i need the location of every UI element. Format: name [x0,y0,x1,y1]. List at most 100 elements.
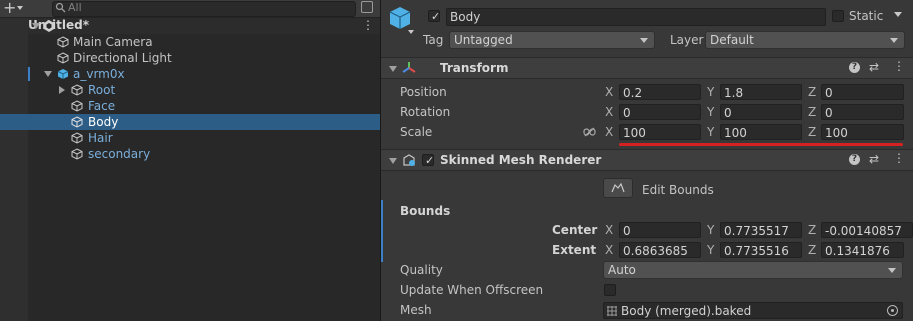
gameobject-icon [57,52,69,64]
extent-x-field[interactable]: 0.6863685 [619,242,701,258]
scale-label: Scale [400,125,433,139]
scale-z-field[interactable]: 100 [821,124,904,140]
scale-y-field[interactable]: 100 [720,124,802,140]
expand-arrow-icon[interactable] [32,23,40,29]
unity-scene-icon [43,20,55,35]
axis-x-label: X [605,223,614,237]
component-menu-icon[interactable]: ⋮ [893,151,905,165]
object-name-field[interactable]: Body [446,8,826,26]
help-icon[interactable]: ? [849,62,860,73]
mesh-label: Mesh [400,303,432,317]
item-label: Face [88,99,116,113]
transform-title: Transform [440,61,509,75]
scale-x-field[interactable]: 100 [619,124,701,140]
layer-label: Layer [670,33,704,47]
expand-arrow-icon[interactable] [59,86,65,94]
layer-dropdown[interactable]: Default [705,31,905,49]
axis-x-label: X [605,243,614,257]
axis-x-label: X [605,125,614,139]
layer-value: Default [710,33,754,47]
presets-icon[interactable]: ⇄ [869,60,879,74]
hierarchy-item-hair[interactable]: Hair [28,130,380,146]
prefab-icon [57,69,69,79]
position-z-field[interactable]: 0 [821,84,904,100]
quality-label: Quality [400,263,443,277]
search-placeholder: All [68,1,82,14]
expand-arrow-icon[interactable] [44,71,52,77]
center-label: Center [552,223,598,237]
hierarchy-item-directional-light[interactable]: Directional Light [28,50,380,66]
component-menu-icon[interactable]: ⋮ [893,59,905,73]
extent-z-field[interactable]: 0.1341876 [821,242,904,258]
bounds-label: Bounds [400,204,451,218]
gameobject-icon [71,132,83,144]
rotation-z-field[interactable]: 0 [821,104,904,120]
annotation-underline [619,143,903,146]
chevron-down-icon[interactable] [17,6,23,10]
rotation-y-field[interactable]: 0 [720,104,802,120]
center-x-field[interactable]: 0 [619,222,701,238]
foldout-arrow-icon[interactable] [389,158,397,164]
axis-z-label: Z [808,85,817,99]
hierarchy-item-secondary[interactable]: secondary [28,146,380,162]
tag-value: Untagged [454,33,513,47]
rotation-label: Rotation [400,105,451,119]
axis-x-label: X [605,105,614,119]
position-y-field[interactable]: 1.8 [720,84,802,100]
hierarchy-item-face[interactable]: Face [28,98,380,114]
center-y-field[interactable]: 0.7735517 [720,222,802,238]
checkmark-icon: ✓ [431,10,441,23]
scene-row[interactable]: Untitled* ⋮ [28,18,380,34]
checkmark-icon: ✓ [425,154,435,167]
rotation-x-field[interactable]: 0 [619,104,701,120]
hierarchy-gutter [0,18,28,321]
update-offscreen-checkbox[interactable] [604,284,616,296]
item-label: Directional Light [73,51,172,65]
center-z-field[interactable]: -0.00140857 [821,222,913,238]
hierarchy-item-main-camera[interactable]: Main Camera [28,34,380,50]
active-checkbox[interactable]: ✓ [428,10,441,23]
chevron-down-icon [640,38,648,43]
more-options-icon[interactable]: ⋮ [362,18,374,32]
mesh-field[interactable]: Body (merged).baked [603,302,903,319]
tag-dropdown[interactable]: Untagged [449,31,655,49]
help-icon[interactable]: ? [849,154,860,165]
search-input[interactable] [52,1,356,17]
hierarchy-item-a-vrm0x[interactable]: a_vrm0x [28,66,380,82]
mesh-icon [607,305,617,319]
quality-value: Auto [608,263,636,277]
gameobject-icon [71,100,83,112]
foldout-arrow-icon[interactable] [389,66,397,72]
static-label: Static [849,9,884,23]
axis-y-label: Y [707,125,715,139]
edit-bounds-label: Edit Bounds [642,183,714,197]
hierarchy-item-body[interactable]: Body [28,114,380,130]
axis-x-label: X [605,85,614,99]
axis-y-label: Y [707,223,715,237]
item-label: Main Camera [73,35,153,49]
object-picker-icon[interactable] [887,305,898,316]
smr-enabled-checkbox[interactable]: ✓ [422,154,435,167]
search-icon [55,2,66,16]
gameobject-icon [71,148,83,160]
presets-icon[interactable]: ⇄ [869,152,879,166]
axis-y-label: Y [707,85,715,99]
chevron-down-icon [888,268,896,273]
add-icon[interactable]: + [3,0,16,17]
position-x-field[interactable]: 0.2 [619,84,701,100]
extent-y-field[interactable]: 0.7735516 [720,242,802,258]
static-checkbox[interactable] [832,10,844,22]
gameobject-icon [71,84,83,96]
axis-y-label: Y [707,105,715,119]
icon-dropdown-icon[interactable] [408,30,414,34]
axis-z-label: Z [808,223,817,237]
position-label: Position [400,85,447,99]
edit-bounds-button[interactable] [603,178,633,198]
quality-dropdown[interactable]: Auto [603,261,903,279]
hierarchy-item-root[interactable]: Root [28,82,380,98]
skinned-mesh-icon [402,153,416,170]
axis-y-label: Y [707,243,715,257]
constrain-proportions-icon[interactable] [583,126,596,140]
search-options-icon[interactable] [361,1,373,13]
static-dropdown-icon[interactable] [894,12,902,17]
